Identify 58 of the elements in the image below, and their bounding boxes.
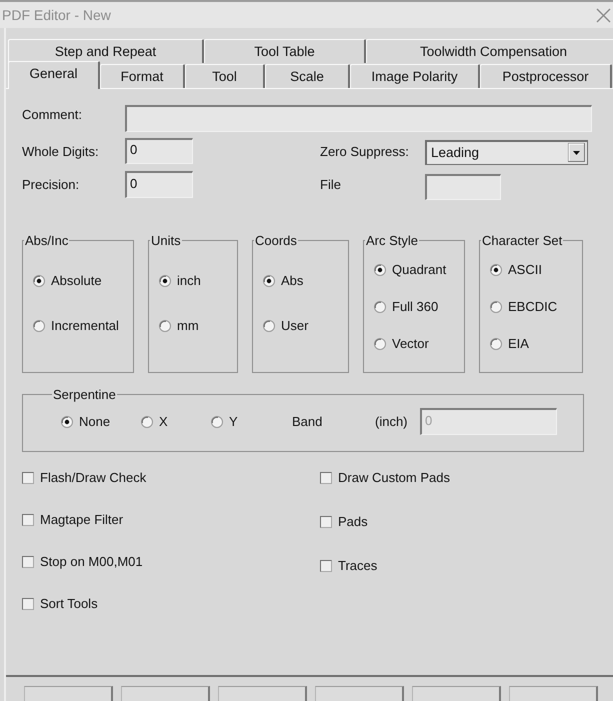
tab[interactable]: Step and Repeat [8, 39, 204, 63]
checkbox[interactable]: Sort Tools [22, 596, 98, 611]
close-icon[interactable] [596, 8, 611, 22]
radio-button[interactable]: Incremental [33, 318, 119, 333]
checkbox[interactable]: Draw Custom Pads [320, 470, 450, 485]
footer-button[interactable] [24, 686, 113, 701]
tab[interactable]: Postprocessor [480, 64, 612, 88]
radio-button[interactable]: ASCII [490, 262, 542, 277]
field-label: File [320, 176, 341, 192]
radio-button[interactable]: mm [159, 318, 199, 333]
tab[interactable]: Format [100, 64, 185, 88]
checkbox[interactable]: Pads [320, 514, 368, 529]
radio-button[interactable]: Quadrant [374, 262, 446, 277]
radio-button[interactable]: Full 360 [374, 299, 438, 314]
tab[interactable]: Image Polarity [350, 64, 480, 88]
field-label: Whole Digits: [22, 144, 99, 158]
tab[interactable]: Toolwidth Compensation [366, 39, 613, 63]
radio-button[interactable]: Y [211, 414, 238, 429]
footer-button[interactable] [412, 686, 501, 701]
checkbox[interactable]: Flash/Draw Check [22, 470, 146, 485]
group-title: Character Set [481, 233, 564, 248]
dropdown[interactable]: Leading [425, 140, 588, 164]
footer-button[interactable] [509, 686, 598, 701]
tab[interactable]: Tool Table [204, 39, 366, 63]
group-title: Coords [254, 233, 298, 248]
tab[interactable]: General [8, 61, 100, 89]
field-label: Precision: [22, 177, 80, 192]
tab[interactable]: Tool [185, 64, 265, 88]
radio-button[interactable]: inch [159, 273, 201, 288]
group-title: Arc Style [365, 233, 420, 248]
window-title: PDF Editor - New [2, 7, 111, 23]
radio-button[interactable]: X [141, 414, 168, 429]
input-field[interactable] [125, 105, 592, 132]
radio-button[interactable]: EIA [490, 336, 529, 351]
radio-button[interactable]: Absolute [33, 273, 102, 288]
radio-button[interactable]: Vector [374, 336, 429, 351]
caret-icon[interactable] [568, 143, 585, 162]
footer-button[interactable] [315, 686, 404, 701]
field-label: Zero Suppress: [320, 144, 409, 158]
input-field[interactable] [425, 174, 501, 200]
radio-button[interactable]: User [263, 318, 308, 333]
input-field[interactable]: 0 [125, 171, 193, 198]
footer-button[interactable] [121, 686, 210, 701]
group-title: Abs/Inc [24, 233, 70, 248]
radio-button[interactable]: EBCDIC [490, 299, 558, 314]
field-label: Band [292, 414, 322, 429]
footer-button[interactable] [218, 686, 307, 701]
input-field[interactable]: 0 [125, 138, 193, 164]
checkbox[interactable]: Traces [320, 558, 378, 573]
tab[interactable]: Scale [265, 64, 350, 88]
radio-button[interactable]: None [61, 414, 110, 429]
checkbox[interactable]: Stop on M00,M01 [22, 554, 143, 569]
checkbox[interactable]: Magtape Filter [22, 512, 124, 527]
field-label: Comment: [22, 107, 82, 122]
unit-label: (inch) [375, 414, 408, 429]
group-title: Units [150, 233, 182, 248]
group-title: Serpentine [52, 387, 117, 402]
radio-button[interactable]: Abs [263, 273, 304, 288]
